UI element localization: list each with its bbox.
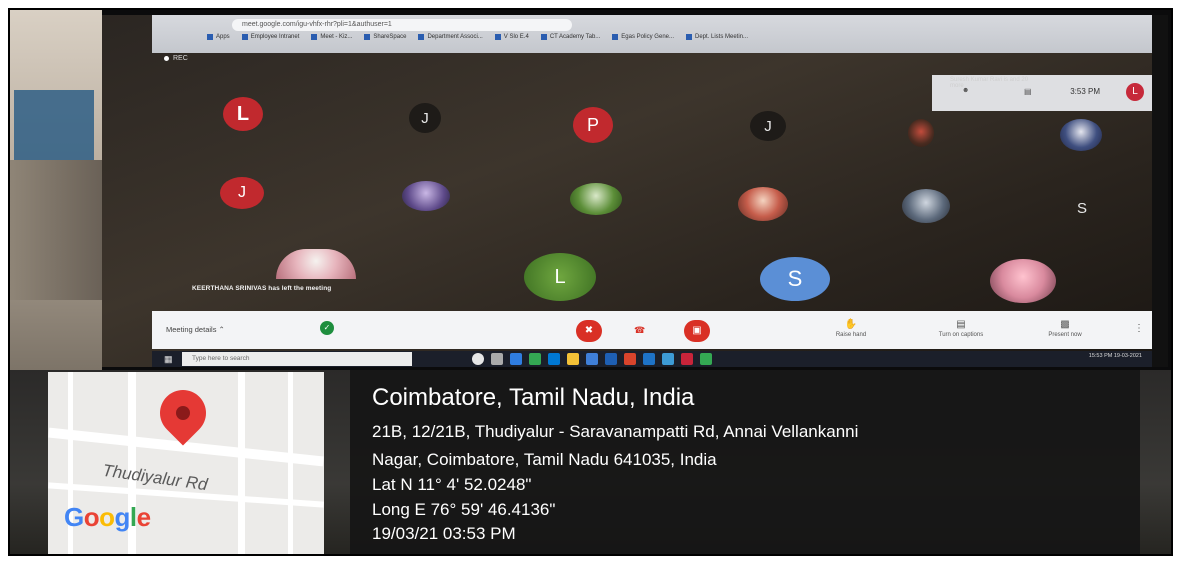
app-icon[interactable]	[662, 353, 674, 365]
present-now-button[interactable]: ▩ Present now	[1030, 319, 1100, 338]
app-icon[interactable]	[605, 353, 617, 365]
participant-tile[interactable]: P	[573, 107, 613, 143]
word-icon[interactable]	[643, 353, 655, 365]
people-icon[interactable]: ☻	[962, 87, 969, 94]
participant-tile[interactable]: S	[760, 257, 830, 301]
longitude: Long E 76° 59' 46.4136"	[372, 500, 556, 519]
bookmarks-bar: Apps Employee Intranet Meet - Kiz... Sha…	[207, 34, 748, 40]
participant-photo[interactable]	[402, 181, 450, 211]
meeting-details-button[interactable]: Meeting details ⌃	[166, 325, 225, 334]
participant-tile[interactable]: S	[1064, 193, 1100, 223]
address-line-2: Nagar, Coimbatore, Tamil Nadu 641035, In…	[372, 450, 717, 469]
participant-photo[interactable]	[570, 183, 622, 215]
date-time: 19/03/21 03:53 PM	[372, 524, 516, 543]
bookmark-item[interactable]: V Slo E.4	[494, 34, 529, 40]
present-icon: ▩	[1060, 319, 1070, 330]
address-bar[interactable]: meet.google.com/igu-vhfx-rhr?pli=1&authu…	[232, 19, 572, 31]
participant-photo[interactable]	[908, 119, 934, 147]
bookmark-item[interactable]: Dept. Lists Meetin...	[686, 34, 748, 40]
taskbar-search-input[interactable]: Type here to search	[182, 352, 412, 366]
map-pin-center	[176, 406, 190, 420]
task-view-icon[interactable]	[491, 353, 503, 365]
participant-photo[interactable]	[1060, 119, 1102, 151]
wall-cabinet	[14, 90, 94, 160]
edge-icon[interactable]	[548, 353, 560, 365]
system-tray-clock[interactable]: 15:53 PM 19-03-2021	[1089, 353, 1142, 359]
location-title: Coimbatore, Tamil Nadu, India	[372, 384, 695, 411]
app-icon[interactable]	[510, 353, 522, 365]
more-options-icon[interactable]: ⋮	[1134, 323, 1144, 334]
bookmark-item[interactable]: Meet - Kiz...	[311, 34, 352, 40]
geotag-card: Coimbatore, Tamil Nadu, India 21B, 12/21…	[350, 370, 1140, 554]
file-explorer-icon[interactable]	[567, 353, 579, 365]
bookmark-item[interactable]: CT Academy Tab...	[540, 34, 600, 40]
cortana-icon[interactable]	[472, 353, 484, 365]
participant-tile[interactable]: L	[223, 97, 263, 131]
participant-photo[interactable]	[902, 189, 950, 223]
participant-tile[interactable]: J	[750, 111, 786, 141]
map-road	[238, 372, 245, 554]
participant-tile[interactable]: L	[524, 253, 596, 301]
mini-map: Thudiyalur Rd Google	[48, 372, 324, 554]
recording-indicator: REC	[164, 55, 188, 62]
security-shield-icon[interactable]: ✓	[320, 321, 334, 335]
bookmark-item[interactable]: Department Associ...	[418, 34, 483, 40]
participant-photo[interactable]	[990, 259, 1056, 303]
map-road	[288, 372, 293, 554]
bookmark-item[interactable]: Apps	[207, 34, 230, 40]
record-dot-icon	[164, 56, 169, 61]
participant-tile[interactable]: J	[409, 103, 441, 133]
captions-icon: ▤	[956, 319, 966, 330]
participant-photo[interactable]	[276, 249, 356, 279]
photo-frame: meet.google.com/igu-vhfx-rhr?pli=1&authu…	[8, 8, 1173, 556]
app-icon[interactable]	[681, 353, 693, 365]
app-icon[interactable]	[700, 353, 712, 365]
hang-up-button[interactable]: ☎	[634, 325, 645, 336]
bookmark-item[interactable]: ShareSpace	[364, 34, 406, 40]
windows-taskbar: ▦ Type here to search 15:53 PM 19-03-202…	[152, 351, 1152, 367]
captions-button[interactable]: ▤ Turn on captions	[926, 319, 996, 338]
store-icon[interactable]	[586, 353, 598, 365]
taskbar-apps	[472, 353, 712, 365]
bookmark-item[interactable]: Egas Policy Gene...	[612, 34, 674, 40]
powerpoint-icon[interactable]	[624, 353, 636, 365]
chrome-icon[interactable]	[529, 353, 541, 365]
clock-time: 3:53 PM	[1070, 87, 1100, 96]
mic-off-button[interactable]: ✖	[576, 320, 602, 342]
latitude: Lat N 11° 4' 52.0248"	[372, 475, 532, 494]
screen-bezel	[1152, 15, 1168, 367]
address-line-1: 21B, 12/21B, Thudiyalur - Saravanampatti…	[372, 422, 859, 441]
meet-control-bar: Meeting details ⌃ ✓ ✖ ☎ ▣ ✋ Raise hand ▤ T…	[152, 311, 1152, 349]
raise-hand-button[interactable]: ✋ Raise hand	[816, 319, 886, 338]
laptop-screen: meet.google.com/igu-vhfx-rhr?pli=1&authu…	[102, 15, 1168, 367]
chat-icon[interactable]: ▤	[1024, 87, 1032, 96]
presenter-panel: Suresh Kumar Ravi is and 20 more ☻ ▤ 3:5…	[932, 75, 1152, 111]
user-avatar[interactable]: L	[1126, 83, 1144, 101]
google-logo: Google	[64, 502, 151, 532]
camera-off-button[interactable]: ▣	[684, 320, 710, 342]
browser-chrome: meet.google.com/igu-vhfx-rhr?pli=1&authu…	[152, 15, 1152, 53]
participant-photo[interactable]	[738, 187, 788, 221]
bookmark-item[interactable]: Employee Intranet	[241, 34, 299, 40]
windows-start-icon[interactable]: ▦	[164, 354, 173, 365]
hand-icon: ✋	[844, 319, 858, 330]
participant-tile[interactable]: J	[220, 177, 264, 209]
wall-shelf	[10, 160, 102, 300]
meeting-notification: KEERTHANA SRINIVAS has left the meeting	[192, 285, 332, 292]
